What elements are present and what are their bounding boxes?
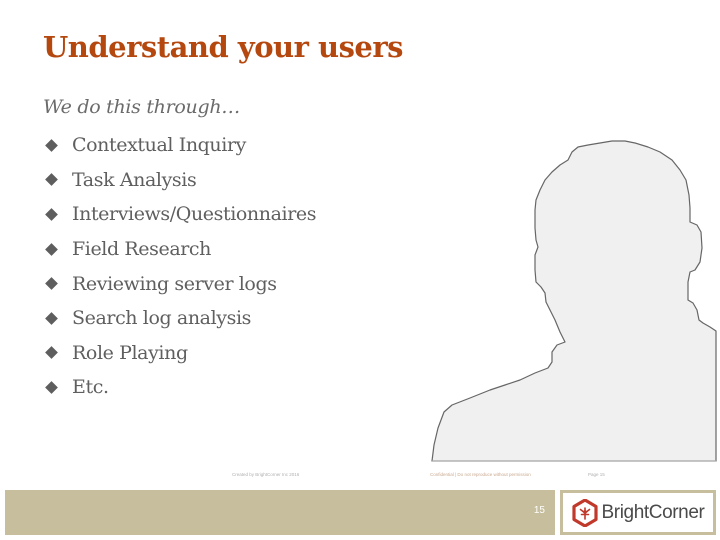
footer-page-label: Page 15 [588,472,605,477]
bullet-text: Role Playing [72,341,188,364]
bullet-item: Role Playing [43,336,316,371]
slide: Understand your users We do this through… [0,0,720,540]
bullet-list: Contextual Inquiry Task Analysis Intervi… [43,128,316,405]
diamond-bullet-icon [45,381,58,394]
diamond-bullet-icon [45,311,58,325]
bullet-item: Contextual Inquiry [43,128,316,163]
logo-text: BrightCorner [601,501,705,523]
diamond-bullet-icon [45,138,58,152]
bullet-item: Reviewing server logs [43,266,316,301]
diamond-bullet-icon [45,277,58,291]
footer-credit: Created by BrightCorner Inc 2016 [232,472,300,477]
silhouette-outline [431,140,717,462]
diamond-bullet-icon [45,242,58,256]
diamond-bullet-icon [45,173,58,187]
bullet-text: Field Research [72,238,212,261]
slide-title: Understand your users [43,30,403,64]
slide-intro: We do this through… [43,96,240,118]
diamond-bullet-icon [45,346,58,360]
brightcorner-hexagon-logo-icon [571,498,598,527]
footer-bar: 15 [5,490,555,535]
bullet-item: Task Analysis [43,163,316,198]
bullet-item: Search log analysis [43,301,316,336]
bullet-text: Contextual Inquiry [72,134,246,157]
bullet-text: Reviewing server logs [72,272,277,295]
diamond-bullet-icon [45,208,58,221]
bullet-item: Field Research [43,232,316,267]
bullet-item: Interviews/Questionnaires [43,197,316,232]
footer-confidential: Confidential | Do not reproduce without … [430,472,531,477]
bullet-text: Interviews/Questionnaires [72,203,317,226]
bullet-item: Etc. [43,370,316,405]
bullet-text: Search log analysis [72,307,251,330]
page-number: 15 [533,505,545,516]
company-logo: BrightCorner [560,490,716,535]
bullet-text: Etc. [72,376,109,399]
bullet-text: Task Analysis [72,168,197,191]
